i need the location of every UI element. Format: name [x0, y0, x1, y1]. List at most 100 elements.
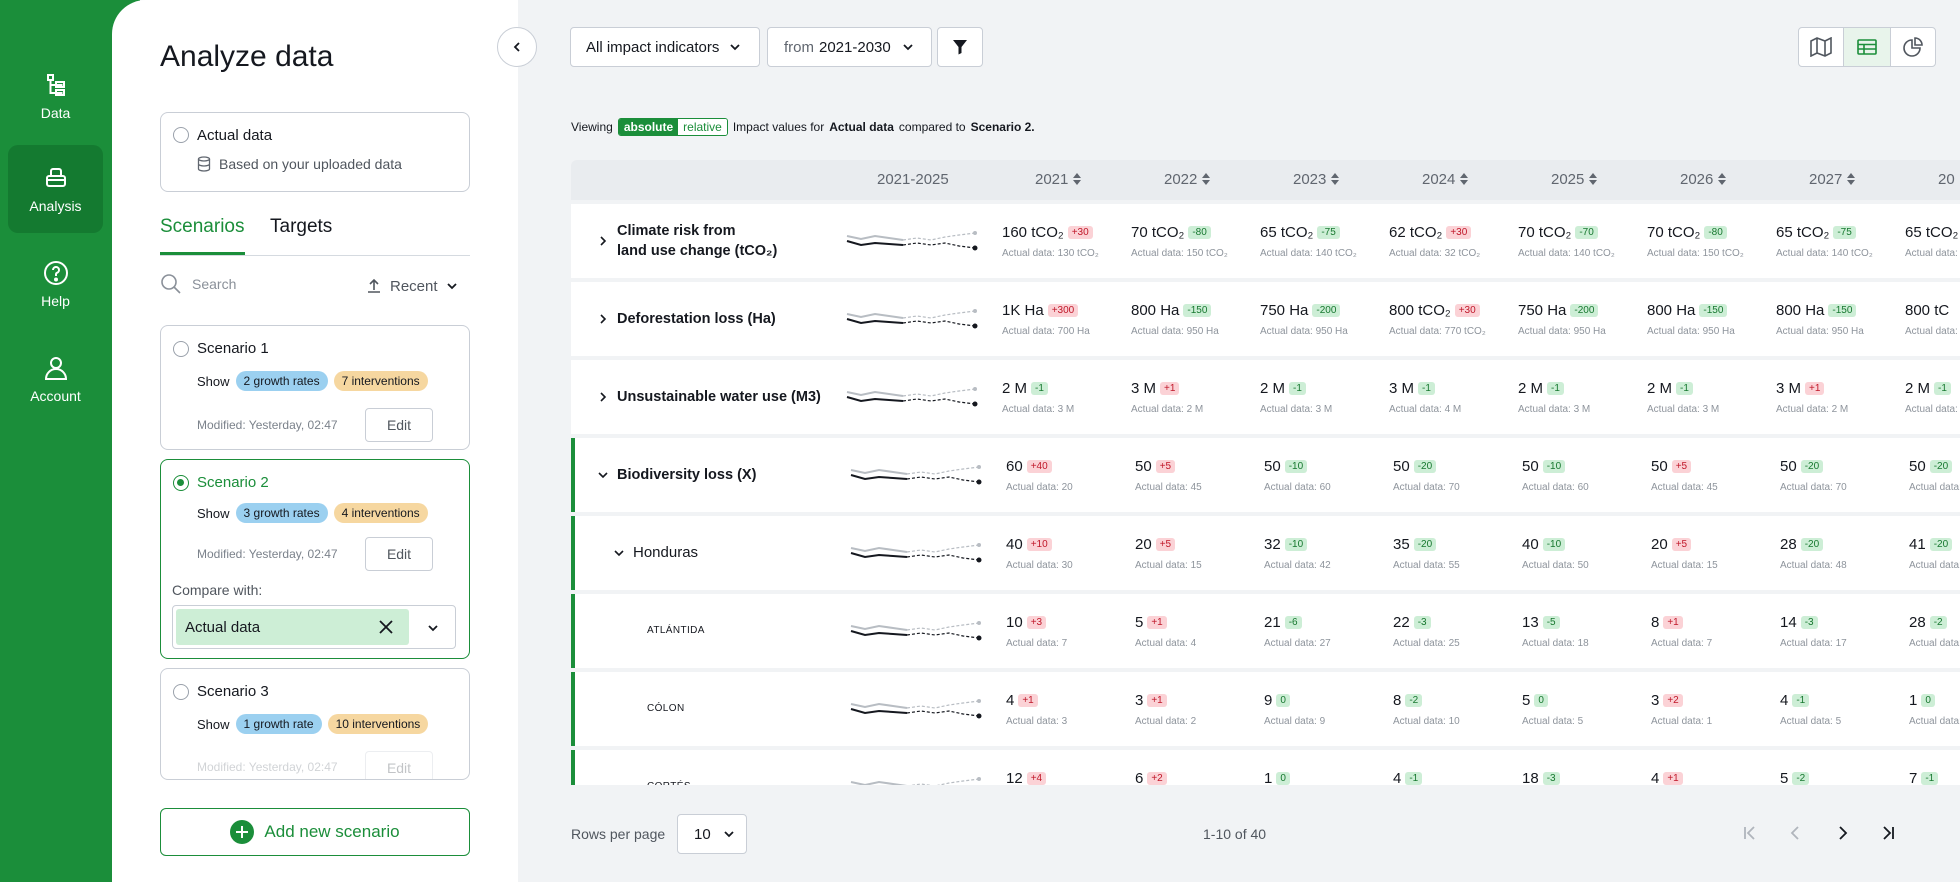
cell-subtext: Actual data: 30	[1006, 560, 1073, 571]
sparkline	[846, 309, 978, 329]
interventions-chip[interactable]: 7 interventions	[333, 371, 428, 391]
absolute-relative-toggle[interactable]: absolute relative	[617, 118, 728, 136]
cell-value: 8	[1393, 692, 1402, 709]
cell-value: 60	[1006, 458, 1023, 475]
value-cell: 13 -5 Actual data: 18	[1522, 614, 1647, 649]
growth-rates-chip[interactable]: 3 growth rates	[235, 503, 328, 523]
chevron-right-icon[interactable]	[597, 235, 609, 247]
close-icon[interactable]	[379, 620, 393, 634]
delta-badge: -150	[1699, 304, 1728, 317]
delta-badge: -1	[1547, 382, 1564, 395]
sort-dropdown[interactable]: Recent	[366, 272, 470, 300]
year-header[interactable]: 2023	[1293, 171, 1340, 188]
compare-select[interactable]: Actual data	[172, 605, 456, 649]
value-cell: 18 -3	[1522, 770, 1647, 785]
viewing-actual: Actual data	[829, 120, 894, 134]
year-header[interactable]: 2022	[1164, 171, 1211, 188]
scenario-1-radio[interactable]	[173, 341, 189, 357]
growth-rates-chip[interactable]: 2 growth rates	[235, 371, 328, 391]
collapse-panel-button[interactable]	[497, 27, 537, 67]
previous-page-icon[interactable]	[1787, 824, 1805, 842]
delta-badge: -20	[1800, 538, 1824, 551]
sparkline	[850, 777, 981, 785]
edit-button[interactable]: Edit	[365, 537, 433, 571]
table-row[interactable]: Climate risk from land use change (tCO₂) 1…	[571, 204, 1960, 278]
cell-value: 4	[1651, 770, 1660, 785]
nav-data[interactable]: Data	[8, 52, 103, 140]
viewing-scenario: Scenario 2.	[970, 120, 1035, 134]
table-row[interactable]: Biodiversity loss (X) 60 +40 Actual data: 2…	[571, 438, 1960, 512]
cell-subtext: Actual data: 150 tCO₂	[1647, 248, 1744, 259]
cell-subtext: Actual data: 61	[1909, 560, 1960, 571]
sort-icon	[1718, 173, 1727, 185]
value-cell: 40 -10 Actual data: 50	[1522, 536, 1647, 571]
year-label: 2024	[1422, 171, 1456, 188]
relative-option[interactable]: relative	[678, 119, 727, 135]
map-view-button[interactable]	[1798, 27, 1844, 67]
page-range: 1-10 of 40	[1203, 826, 1267, 842]
sort-icon	[368, 278, 380, 293]
chevron-down-icon[interactable]	[613, 547, 625, 559]
absolute-option[interactable]: absolute	[618, 119, 679, 135]
interventions-chip[interactable]: 4 interventions	[333, 503, 428, 523]
year-header[interactable]: 2021	[1035, 171, 1082, 188]
add-scenario-button[interactable]: Add new scenario	[160, 808, 470, 856]
table-row[interactable]: ATLÁNTIDA 10 +3 Actual data: 7 5 +1 Actual dat…	[571, 594, 1960, 668]
interventions-chip[interactable]: 10 interventions	[327, 714, 429, 734]
cell-value: 4	[1006, 692, 1015, 709]
cell-subtext: Actual data: 18	[1522, 638, 1589, 649]
year-header[interactable]: 2026	[1680, 171, 1727, 188]
chevron-down-icon	[446, 283, 457, 290]
delta-badge: +1	[1018, 694, 1038, 707]
nav-help[interactable]: Help	[8, 240, 103, 328]
edit-button[interactable]: Edit	[365, 408, 433, 442]
table-row[interactable]: Deforestation loss (Ha) 1K Ha +300 Actual d…	[571, 282, 1960, 356]
actual-data-label: Actual data	[197, 127, 273, 144]
nav-analysis[interactable]: Analysis	[8, 145, 103, 233]
scenario-card-1[interactable]: Scenario 1 Show 2 growth rates 7 interve…	[160, 325, 470, 450]
sparkline	[846, 387, 978, 407]
table-row[interactable]: CORTÉS12+46+2104-118-34+15-27-1	[571, 750, 1960, 785]
compare-value: Actual data	[185, 618, 261, 636]
chart-view-button[interactable]	[1890, 27, 1936, 67]
scenario-card-3[interactable]: Scenario 3 Show 1 growth rate 10 interve…	[160, 668, 470, 780]
table-row[interactable]: Unsustainable water use (M3) 2 M -1 Actual …	[571, 360, 1960, 434]
table-row[interactable]: CÓLON 4 +1 Actual data: 3 3 +1 Actual data: 29…	[571, 672, 1960, 746]
actual-data-card[interactable]: Actual data Based on your uploaded data	[160, 112, 470, 192]
delta-badge: -1	[1289, 382, 1306, 395]
year-header[interactable]: 20	[1938, 171, 1955, 188]
table-row[interactable]: Honduras 40 +10 Actual data: 30 20 +5 Actual d…	[571, 516, 1960, 590]
chevron-right-icon[interactable]	[597, 313, 609, 325]
delta-badge: -20	[1929, 538, 1953, 551]
chevron-down-icon[interactable]	[597, 469, 609, 481]
rows-per-page-select[interactable]: 10	[677, 814, 747, 854]
tab-targets[interactable]: Targets	[270, 216, 332, 252]
search-input[interactable]: Search	[160, 272, 360, 300]
edit-button[interactable]: Edit	[365, 751, 433, 779]
year-label: 2021	[1035, 171, 1069, 188]
year-header[interactable]: 2024	[1422, 171, 1469, 188]
chevron-down-icon[interactable]	[427, 622, 439, 634]
nav-account[interactable]: Account	[8, 335, 103, 423]
tab-scenarios[interactable]: Scenarios	[160, 216, 245, 255]
year-range-dropdown[interactable]: from 2021-2030	[767, 27, 932, 67]
scenario-card-2[interactable]: Scenario 2 Show 3 growth rates 4 interve…	[160, 459, 470, 659]
first-page-icon[interactable]	[1741, 824, 1759, 842]
scenario-2-radio[interactable]	[173, 475, 189, 491]
scenario-3-radio[interactable]	[173, 684, 189, 700]
year-header[interactable]: 2027	[1809, 171, 1856, 188]
delta-badge: -1	[1792, 694, 1810, 707]
growth-rates-chip[interactable]: 1 growth rate	[235, 714, 322, 734]
value-cell: 50-20 Actual data: 70	[1780, 458, 1905, 493]
last-page-icon[interactable]	[1879, 824, 1897, 842]
chevron-right-icon[interactable]	[597, 391, 609, 403]
row-label-line: ATLÁNTIDA	[647, 625, 705, 636]
indicators-dropdown[interactable]: All impact indicators	[570, 27, 760, 67]
next-page-icon[interactable]	[1833, 824, 1851, 842]
year-header[interactable]: 2025	[1551, 171, 1598, 188]
delta-badge: -20	[1929, 460, 1953, 473]
modified-date: Modified: Yesterday, 02:47	[197, 418, 338, 432]
table-view-button[interactable]	[1844, 27, 1890, 67]
filter-button[interactable]	[937, 27, 983, 67]
actual-data-radio[interactable]	[173, 127, 189, 143]
